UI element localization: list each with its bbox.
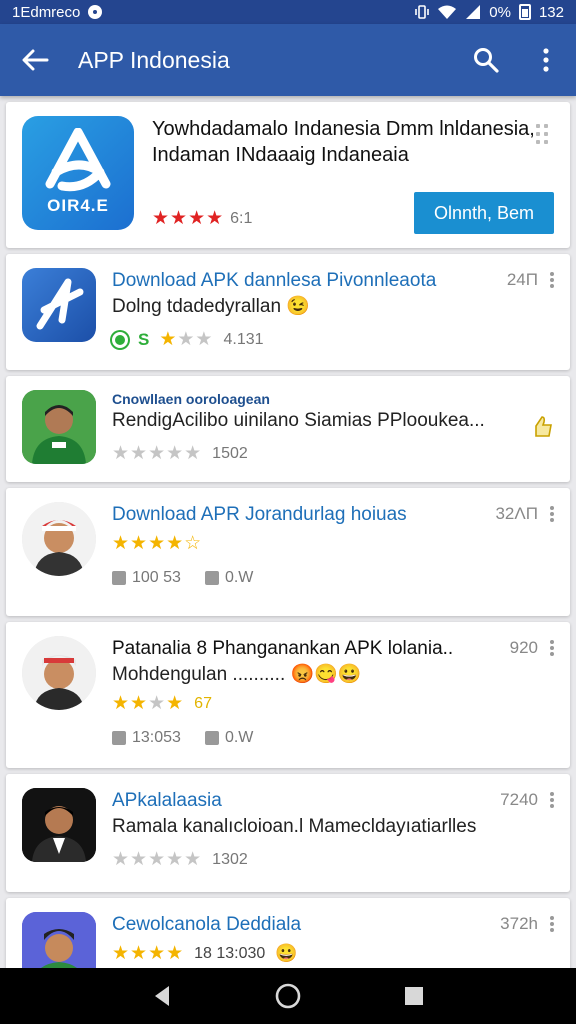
app-name: APkalalaasia: [112, 790, 222, 811]
wifi-icon: [438, 5, 457, 19]
app-stats: 100 53 0.W: [112, 569, 554, 587]
list-item[interactable]: Cewolcanola Deddiala ★★★★ 18 13:030 😀 37…: [6, 898, 570, 968]
page-title: APP Indonesia: [78, 46, 230, 73]
app-name: Cnowllaen ooroloagean: [112, 391, 270, 407]
app-rating: ★★★★☆: [112, 532, 554, 555]
app-icon: [22, 788, 96, 862]
featured-app-icon: OIR4.E: [22, 116, 134, 230]
featured-card[interactable]: OIR4.E Yowhdadamalo Indanesia Dmm lnldan…: [6, 102, 570, 248]
item-menu-icon[interactable]: [550, 640, 554, 656]
like-icon: [204, 730, 219, 745]
app-icon: [22, 390, 96, 464]
status-bar: 1Edmreco 0% 132: [0, 0, 576, 24]
app-name: Cewolcanola Deddiala: [112, 914, 302, 935]
app-name: Download APK dannlesa Pivonnleaota: [112, 270, 437, 291]
app-description: Ramala kanalıcloioan.l Mamecldayıatiarll…: [112, 816, 477, 837]
download-icon: [112, 570, 126, 585]
check-badge-icon: [112, 331, 128, 348]
app-size: 7240: [500, 790, 538, 809]
item-menu-icon[interactable]: [550, 506, 554, 522]
battery-percent: 0%: [489, 3, 511, 21]
list-item[interactable]: Download APK dannlesa Pivonnleaota Dolng…: [6, 254, 570, 370]
signal-icon: [466, 5, 481, 19]
app-list[interactable]: OIR4.E Yowhdadamalo Indanesia Dmm lnldan…: [0, 96, 576, 968]
vibrate-icon: [415, 5, 430, 19]
battery-icon: [518, 4, 531, 20]
app-icon: [22, 636, 96, 710]
app-rating: ★★★★★ 1502: [112, 443, 248, 464]
smile-emoji-icon: 😀: [275, 943, 298, 963]
thumb-up-icon[interactable]: [532, 414, 554, 438]
list-item[interactable]: Cnowllaen ooroloagean RendigAcilibo uini…: [6, 376, 570, 482]
item-menu-icon[interactable]: [550, 916, 554, 932]
list-item[interactable]: Patanalia 8 Phanganankan APK lolania.. M…: [6, 622, 570, 768]
app-bar: APP Indonesia: [0, 24, 576, 96]
back-nav-icon[interactable]: [151, 984, 173, 1008]
app-icon: [22, 502, 96, 576]
search-icon: [474, 48, 499, 73]
rating-stars: ★★★★★: [112, 849, 203, 870]
recents-nav-icon[interactable]: [403, 985, 425, 1007]
like-icon: [204, 570, 219, 585]
app-icon: [22, 912, 96, 968]
item-menu-icon[interactable]: [550, 792, 554, 808]
list-item[interactable]: Download APR Jorandurlag hoiuas ★★★★☆ 10…: [6, 488, 570, 616]
item-menu-icon[interactable]: [550, 272, 554, 288]
back-button[interactable]: [0, 24, 70, 96]
rating-stars: ★★★★: [112, 693, 185, 714]
app-rating: ★★★★ 67: [112, 693, 212, 714]
overflow-menu-button[interactable]: [516, 24, 576, 96]
featured-rating: ★★★★ 6:1: [152, 208, 253, 229]
app-icon: [22, 268, 96, 342]
rating-stars: ★★★★☆: [112, 533, 203, 554]
drag-handle-icon[interactable]: [536, 124, 554, 146]
featured-action-button[interactable]: Olnnth, Bem: [414, 192, 554, 234]
rating-stars: ★★★: [159, 329, 214, 350]
arrow-back-icon: [22, 49, 49, 71]
more-vert-icon: [543, 48, 549, 72]
app-rating: S ★★★ 4.131: [112, 328, 554, 351]
emoji-reactions-icon: 😡😋😀: [290, 664, 362, 685]
app-size: 32ΛΠ: [495, 504, 538, 523]
app-stats: 13:053 0.W: [112, 729, 554, 747]
app-name: Patanalia 8 Phanganankan APK lolania..: [112, 638, 454, 659]
status-time: 1Edmreco: [12, 3, 81, 21]
download-icon: [112, 730, 126, 745]
featured-title: Yowhdadamalo Indanesia Dmm lnldanesia, I…: [152, 118, 535, 166]
app-rating: ★★★★ 18 13:030 😀: [112, 943, 298, 964]
app-size: 920: [509, 638, 538, 657]
app-size: 372h: [500, 914, 538, 933]
app-description: RendigAcilibo uinilano Siamias PPlooukea…: [112, 410, 485, 431]
app-rating: ★★★★★ 1302: [112, 849, 248, 870]
app-description: Mohdengulan .......... 😡😋😀: [112, 664, 362, 685]
status-clock: 132: [538, 3, 564, 21]
rating-stars: ★★★★: [152, 208, 225, 229]
search-button[interactable]: [456, 24, 516, 96]
app-description: Dolng tdadedyrallan 😉: [112, 296, 310, 317]
home-nav-icon[interactable]: [274, 982, 302, 1010]
system-nav-bar: [0, 968, 576, 1024]
rating-stars: ★★★★★: [112, 443, 203, 464]
app-size: 24Π: [506, 270, 538, 289]
app-name: Download APR Jorandurlag hoiuas: [112, 504, 407, 525]
rating-stars: ★★★★: [112, 943, 185, 964]
list-item[interactable]: APkalalaasia Ramala kanalıcloioan.l Mame…: [6, 774, 570, 892]
notification-icon: [88, 5, 103, 19]
